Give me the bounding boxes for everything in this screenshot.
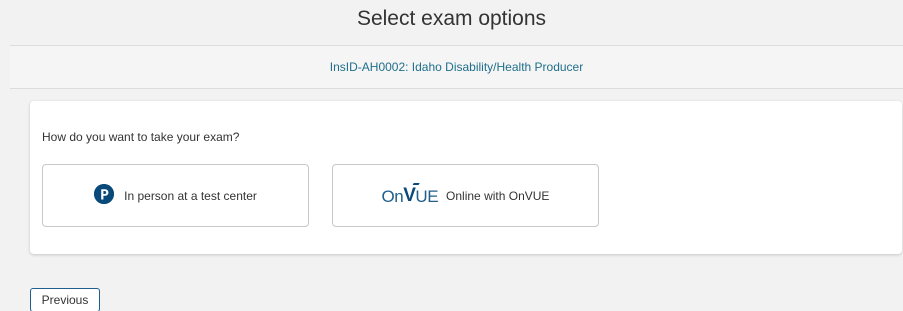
exam-delivery-options-card: How do you want to take your exam? In pe… xyxy=(30,101,902,254)
onvue-logo-icon: On V UE xyxy=(382,185,439,207)
delivery-question: How do you want to take your exam? xyxy=(42,130,240,144)
online-option-button[interactable]: On V UE Online with OnVUE xyxy=(332,164,599,227)
exam-name-label: InsID-AH0002: Idaho Disability/Health Pr… xyxy=(329,60,584,74)
onvue-logo-v: V xyxy=(403,184,416,206)
in-person-option-button[interactable]: In person at a test center xyxy=(42,164,309,227)
online-option-label: Online with OnVUE xyxy=(446,188,550,203)
exam-options-page: Select exam options InsID-AH0002: Idaho … xyxy=(0,0,903,311)
onvue-logo-on: On xyxy=(381,186,404,206)
previous-button[interactable]: Previous xyxy=(30,288,100,311)
in-person-option-label: In person at a test center xyxy=(124,188,257,203)
onvue-logo-ue: UE xyxy=(415,186,439,206)
exam-banner: InsID-AH0002: Idaho Disability/Health Pr… xyxy=(10,45,903,89)
page-title: Select exam options xyxy=(356,7,547,30)
pearson-logo-icon xyxy=(94,184,115,204)
